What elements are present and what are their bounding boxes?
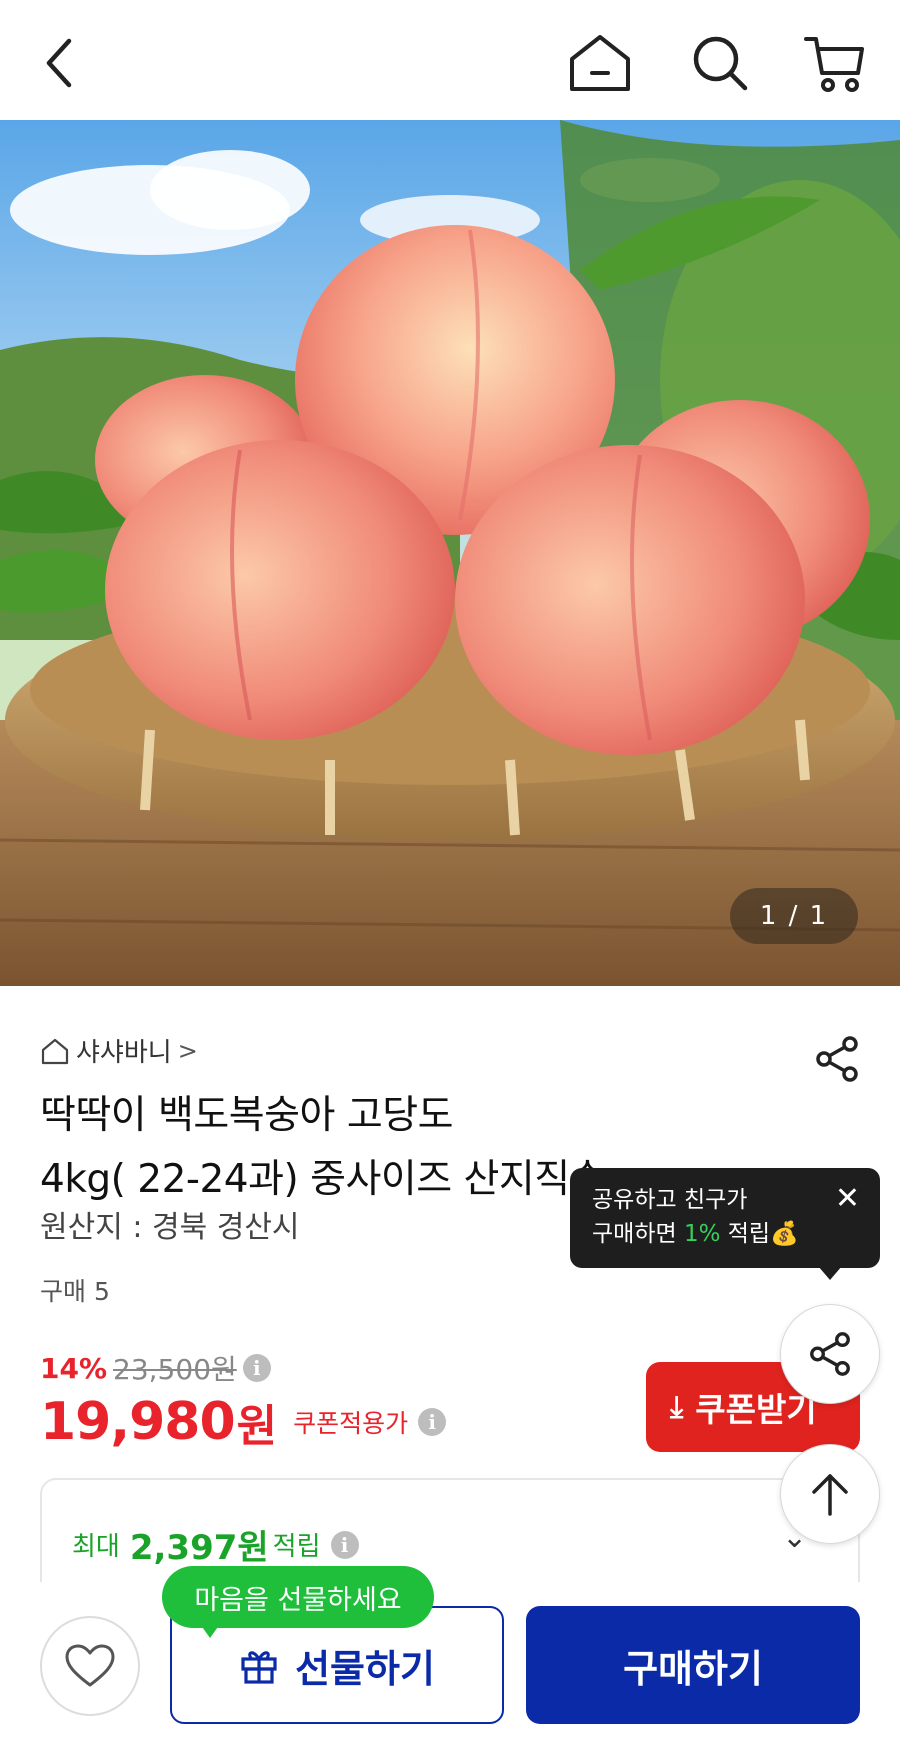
points-suffix: 적립 xyxy=(272,1532,321,1562)
buy-button-label: 구매하기 xyxy=(623,1646,763,1691)
info-icon[interactable]: i xyxy=(242,1354,271,1382)
gift-button-label: 선물하기 xyxy=(295,1646,435,1691)
tooltip-line2-prefix: 구매하면 xyxy=(592,1221,684,1247)
gift-promo-bubble: 마음을 선물하세요 xyxy=(162,1566,434,1628)
share-reward-tooltip: 공유하고 친구가 구매하면 1% 적립💰 ✕ xyxy=(570,1168,880,1268)
store-name: 샤샤바니 xyxy=(76,1038,172,1068)
tooltip-percent: 1% xyxy=(683,1221,721,1247)
points-text: 최대 2,397원 적립 i xyxy=(72,1520,359,1569)
gift-icon xyxy=(241,1651,277,1684)
buy-button[interactable]: 구매하기 xyxy=(526,1606,860,1724)
wishlist-button[interactable] xyxy=(40,1616,140,1716)
discount-row: 14% 23,500원 i xyxy=(40,1348,271,1388)
share-icon[interactable] xyxy=(812,1034,862,1084)
original-price: 23,500원 xyxy=(113,1353,237,1386)
product-info-section: 샤샤바니 > 딱딱이 백도복숭아 고당도 4kg( 22-24과) 중사이즈 산… xyxy=(0,986,900,1628)
purchase-count: 구매 5 xyxy=(40,1277,110,1306)
store-home-icon xyxy=(41,1038,69,1064)
info-icon[interactable]: i xyxy=(330,1530,359,1559)
tooltip-line2-suffix: 적립💰 xyxy=(720,1221,799,1247)
sale-price: 19,980 xyxy=(40,1392,236,1452)
tooltip-tail xyxy=(818,1266,842,1280)
info-icon[interactable]: i xyxy=(418,1408,447,1436)
arrow-up-icon xyxy=(812,1474,848,1516)
bottom-action-bar: 선물하기 구매하기 xyxy=(0,1582,900,1745)
points-prefix: 최대 xyxy=(72,1532,120,1562)
discount-rate: 14% xyxy=(40,1351,108,1385)
cart-icon[interactable] xyxy=(800,28,870,98)
search-icon[interactable] xyxy=(685,28,755,98)
chevron-right-icon: > xyxy=(177,1036,198,1065)
store-link[interactable]: 샤샤바니 > xyxy=(40,1032,198,1069)
close-icon[interactable]: ✕ xyxy=(835,1182,860,1216)
points-amount: 2,397원 xyxy=(129,1528,269,1568)
coupon-price-label: 쿠폰적용가 xyxy=(293,1409,409,1438)
gift-bubble-tail xyxy=(200,1624,220,1638)
download-icon: ⤓ xyxy=(670,1389,684,1425)
image-counter: 1 / 1 xyxy=(730,888,858,944)
scroll-to-top-button[interactable] xyxy=(780,1444,880,1544)
tooltip-line2: 구매하면 1% 적립💰 xyxy=(592,1217,880,1251)
home-icon[interactable] xyxy=(565,28,635,98)
sale-price-unit: 원 xyxy=(236,1401,278,1452)
product-title-line1: 딱딱이 백도복숭아 고당도 xyxy=(40,1093,453,1138)
share-icon xyxy=(810,1332,850,1376)
top-navigation-bar xyxy=(0,0,900,120)
price-row: 19,980 원 쿠폰적용가 i xyxy=(40,1390,447,1454)
peach-basket-illustration xyxy=(0,120,900,986)
back-arrow-icon[interactable] xyxy=(24,28,94,98)
product-image[interactable]: 1 / 1 xyxy=(0,120,900,986)
origin-text: 원산지 : 경북 경산시 xyxy=(40,1210,300,1245)
floating-share-button[interactable] xyxy=(780,1304,880,1404)
heart-icon xyxy=(65,1644,115,1687)
